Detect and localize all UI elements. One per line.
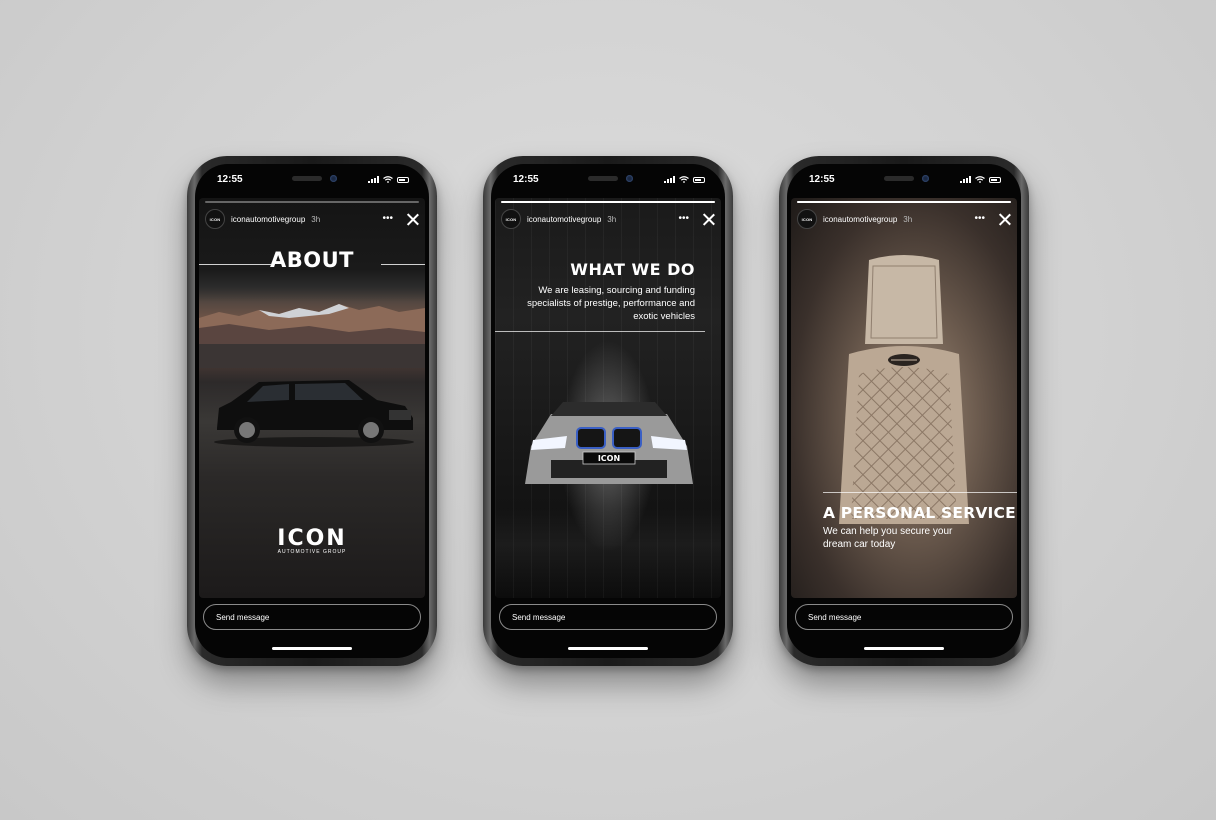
icon-logo: ICON AUTOMOTIVE GROUP [199,526,425,555]
story-personal-service[interactable]: ICON iconautomotivegroup 3h ••• A PERSON… [791,198,1017,598]
story-time: 3h [607,214,617,224]
wet-ground [495,508,721,598]
front-camera [330,175,337,182]
mountain-landscape [199,304,425,368]
story-text: We are leasing, sourcing and funding spe… [527,285,695,322]
status-time: 12:55 [513,174,539,185]
license-plate: ICON [598,454,620,463]
more-horizontal-icon[interactable]: ••• [974,214,985,224]
close-icon[interactable] [407,213,419,225]
story-about[interactable]: ICON iconautomotivegroup 3h ••• ABOUT IC… [199,198,425,598]
story-username[interactable]: iconautomotivegroup [823,215,897,224]
story-text: We can help you secure your dream car to… [823,526,953,550]
logo-sub-text: AUTOMOTIVE GROUP [277,549,347,555]
home-indicator[interactable] [864,647,944,650]
phone-1: 12:55 ICON iconautomotivegroup 3h ••• AB… [187,156,437,666]
wifi-icon [975,176,985,183]
send-message-input[interactable]: Send message [499,604,717,630]
status-icons [960,176,1001,183]
battery-icon [989,176,1001,183]
home-indicator[interactable] [272,647,352,650]
phone-screen: 12:55 ICON iconautomotivegroup 3h ••• AB… [195,164,429,658]
story-progress-fill [501,201,715,203]
story-progress-fill [797,201,1011,203]
front-camera [922,175,929,182]
story-progress [501,201,715,203]
story-time: 3h [903,214,913,224]
close-icon[interactable] [703,213,715,225]
wifi-icon [383,176,393,183]
speaker [588,176,618,181]
avatar[interactable]: ICON [797,209,817,229]
phone-2: 12:55 ICON iconautomotivegroup 3h ••• WH… [483,156,733,666]
status-time: 12:55 [217,174,243,185]
signal-icon [960,176,971,183]
status-time: 12:55 [809,174,835,185]
story-time: 3h [311,214,321,224]
title-divider [823,492,1017,493]
phone-screen: 12:55 ICON iconautomotivegroup 3h ••• A … [787,164,1021,658]
leather-seat [839,255,969,524]
story-title: ABOUT [270,248,354,272]
story-title: A PERSONAL SERVICE [823,504,1016,522]
story-header: ICON iconautomotivegroup 3h ••• [797,208,1011,230]
phone-3: 12:55 ICON iconautomotivegroup 3h ••• A … [779,156,1029,666]
status-icons [368,176,409,183]
title-divider [495,331,705,332]
story-what-we-do[interactable]: ICON iconautomotivegroup 3h ••• WHAT WE … [495,198,721,598]
status-icons [664,176,705,183]
story-title: WHAT WE DO [570,260,695,279]
avatar[interactable]: ICON [501,209,521,229]
send-message-input[interactable]: Send message [795,604,1013,630]
more-horizontal-icon[interactable]: ••• [382,214,393,224]
avatar[interactable]: ICON [205,209,225,229]
story-header: ICON iconautomotivegroup 3h ••• [501,208,715,230]
suv-car [214,380,414,447]
logo-main-text: ICON [277,526,347,551]
home-indicator[interactable] [568,647,648,650]
story-progress [797,201,1011,203]
signal-icon [664,176,675,183]
wifi-icon [679,176,689,183]
sedan-car-front: ICON [525,402,693,484]
speaker [884,176,914,181]
send-message-input[interactable]: Send message [203,604,421,630]
story-header: ICON iconautomotivegroup 3h ••• [205,208,419,230]
story-username[interactable]: iconautomotivegroup [231,215,305,224]
battery-icon [397,176,409,183]
front-camera [626,175,633,182]
phone-screen: 12:55 ICON iconautomotivegroup 3h ••• WH… [491,164,725,658]
speaker [292,176,322,181]
signal-icon [368,176,379,183]
story-progress [205,201,419,203]
battery-icon [693,176,705,183]
close-icon[interactable] [999,213,1011,225]
more-horizontal-icon[interactable]: ••• [678,214,689,224]
story-username[interactable]: iconautomotivegroup [527,215,601,224]
